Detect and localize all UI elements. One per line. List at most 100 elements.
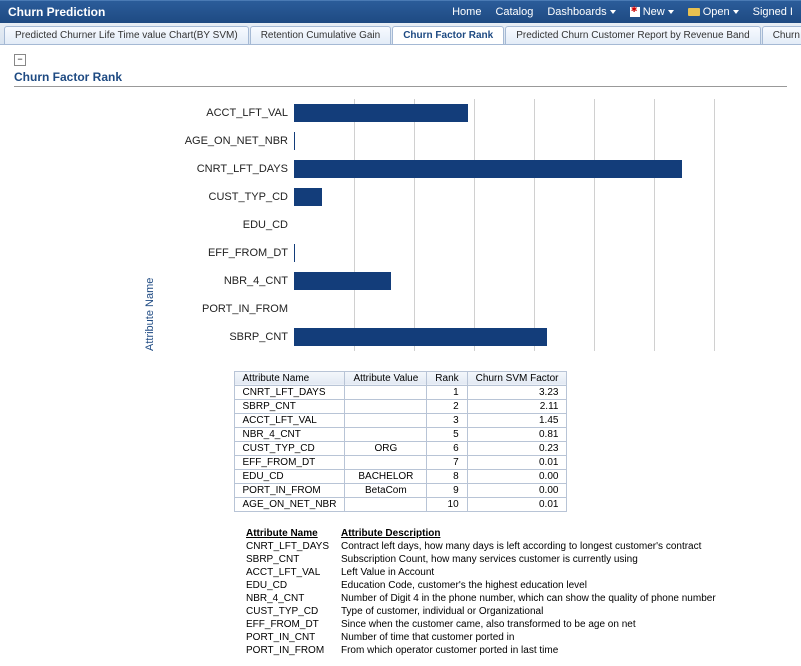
collapse-toggle[interactable]: − (14, 54, 26, 66)
table-row[interactable]: ACCT_LFT_VAL31.45 (234, 413, 567, 427)
desc-attr-text: Subscription Count, how many services cu… (341, 554, 726, 565)
table-row[interactable]: CUST_TYP_CDORG60.23 (234, 441, 567, 455)
tab-churn-p-truncated[interactable]: Churn P (762, 26, 801, 44)
cell-attr-name: EFF_FROM_DT (234, 455, 345, 469)
desc-attr-text: Left Value in Account (341, 567, 726, 578)
cell-attr-value (345, 455, 427, 469)
menu-new[interactable]: New (630, 6, 674, 18)
chart-row: EDU_CD (164, 211, 787, 239)
chart-row: PORT_IN_FROM (164, 295, 787, 323)
menu-dashboards[interactable]: Dashboards (547, 6, 615, 18)
chart-category-label: PORT_IN_FROM (164, 303, 294, 315)
description-row: PORT_IN_CNTNumber of time that customer … (246, 632, 726, 643)
cell-factor: 0.01 (467, 455, 567, 469)
table-row[interactable]: EFF_FROM_DT70.01 (234, 455, 567, 469)
table-row[interactable]: AGE_ON_NET_NBR100.01 (234, 497, 567, 511)
menu-home[interactable]: Home (452, 6, 481, 18)
chart-category-label: AGE_ON_NET_NBR (164, 135, 294, 147)
chart-category-label: ACCT_LFT_VAL (164, 107, 294, 119)
chart-bar[interactable] (294, 272, 391, 290)
desc-attr-name: EDU_CD (246, 580, 339, 591)
app-title: Churn Prediction (8, 5, 105, 19)
cell-attr-name: PORT_IN_FROM (234, 483, 345, 497)
table-row[interactable]: NBR_4_CNT50.81 (234, 427, 567, 441)
cell-attr-name: ACCT_LFT_VAL (234, 413, 345, 427)
desc-header-desc: Attribute Description (341, 528, 726, 539)
table-row[interactable]: CNRT_LFT_DAYS13.23 (234, 385, 567, 399)
col-churn-svm-factor[interactable]: Churn SVM Factor (467, 371, 567, 385)
chart-row: ACCT_LFT_VAL (164, 99, 787, 127)
cell-factor: 0.00 (467, 483, 567, 497)
cell-attr-value (345, 385, 427, 399)
chevron-down-icon (610, 10, 616, 14)
chart-bar[interactable] (294, 160, 682, 178)
cell-attr-value (345, 497, 427, 511)
chart-category-label: NBR_4_CNT (164, 275, 294, 287)
cell-attr-name: AGE_ON_NET_NBR (234, 497, 345, 511)
cell-attr-value: ORG (345, 441, 427, 455)
tab-predicted-churner-ltv[interactable]: Predicted Churner Life Time value Chart(… (4, 26, 249, 44)
desc-attr-text: Education Code, customer's the highest e… (341, 580, 726, 591)
chart-category-label: SBRP_CNT (164, 331, 294, 343)
y-axis-label: Attribute Name (144, 99, 156, 351)
tab-churn-factor-rank[interactable]: Churn Factor Rank (392, 26, 504, 44)
tabs-bar: Predicted Churner Life Time value Chart(… (0, 23, 801, 45)
desc-header-name: Attribute Name (246, 528, 339, 539)
table-row[interactable]: SBRP_CNT22.11 (234, 399, 567, 413)
menu-dashboards-label: Dashboards (547, 6, 606, 18)
chart-row: CUST_TYP_CD (164, 183, 787, 211)
cell-attr-name: SBRP_CNT (234, 399, 345, 413)
desc-attr-text: Number of time that customer ported in (341, 632, 726, 643)
desc-attr-text: Since when the customer came, also trans… (341, 619, 726, 630)
cell-attr-value (345, 413, 427, 427)
chart-bar[interactable] (294, 104, 468, 122)
desc-attr-name: ACCT_LFT_VAL (246, 567, 339, 578)
menu-catalog[interactable]: Catalog (495, 6, 533, 18)
description-row: CNRT_LFT_DAYSContract left days, how man… (246, 541, 726, 552)
chevron-down-icon (733, 10, 739, 14)
desc-attr-name: EFF_FROM_DT (246, 619, 339, 630)
col-attr-value[interactable]: Attribute Value (345, 371, 427, 385)
cell-factor: 2.11 (467, 399, 567, 413)
folder-open-icon (688, 8, 700, 16)
chevron-down-icon (668, 10, 674, 14)
cell-rank: 9 (427, 483, 467, 497)
menu-signed-in[interactable]: Signed I (753, 6, 793, 18)
cell-rank: 5 (427, 427, 467, 441)
cell-rank: 6 (427, 441, 467, 455)
chart-category-label: CUST_TYP_CD (164, 191, 294, 203)
chart-category-label: CNRT_LFT_DAYS (164, 163, 294, 175)
cell-attr-name: CUST_TYP_CD (234, 441, 345, 455)
table-row[interactable]: PORT_IN_FROMBetaCom90.00 (234, 483, 567, 497)
description-row: EDU_CDEducation Code, customer's the hig… (246, 580, 726, 591)
section-divider (14, 86, 787, 87)
bar-chart: Attribute Name ACCT_LFT_VAL AGE_ON_NET_NB… (144, 99, 787, 351)
factor-table: Attribute Name Attribute Value Rank Chur… (234, 371, 568, 512)
description-row: CUST_TYP_CDType of customer, individual … (246, 606, 726, 617)
cell-factor: 0.00 (467, 469, 567, 483)
chart-bar[interactable] (294, 188, 322, 206)
chart-row: NBR_4_CNT (164, 267, 787, 295)
description-row: EFF_FROM_DTSince when the customer came,… (246, 619, 726, 630)
chart-bar[interactable] (294, 328, 547, 346)
desc-attr-text: Contract left days, how many days is lef… (341, 541, 726, 552)
description-row: SBRP_CNTSubscription Count, how many ser… (246, 554, 726, 565)
cell-attr-value: BACHELOR (345, 469, 427, 483)
menu-open[interactable]: Open (688, 6, 739, 18)
chart-bar[interactable] (294, 244, 295, 262)
new-icon (630, 7, 640, 17)
col-attr-name[interactable]: Attribute Name (234, 371, 345, 385)
desc-attr-name: PORT_IN_CNT (246, 632, 339, 643)
tab-retention-cumulative-gain[interactable]: Retention Cumulative Gain (250, 26, 392, 44)
tab-predicted-churn-revenue-band[interactable]: Predicted Churn Customer Report by Reven… (505, 26, 760, 44)
chart-bar[interactable] (294, 132, 295, 150)
col-rank[interactable]: Rank (427, 371, 467, 385)
table-row[interactable]: EDU_CDBACHELOR80.00 (234, 469, 567, 483)
desc-attr-name: CUST_TYP_CD (246, 606, 339, 617)
description-row: NBR_4_CNTNumber of Digit 4 in the phone … (246, 593, 726, 604)
desc-attr-name: NBR_4_CNT (246, 593, 339, 604)
content-area: − Churn Factor Rank Attribute Name ACCT_… (0, 45, 801, 666)
chart-row: CNRT_LFT_DAYS (164, 155, 787, 183)
cell-attr-value (345, 427, 427, 441)
cell-factor: 0.81 (467, 427, 567, 441)
